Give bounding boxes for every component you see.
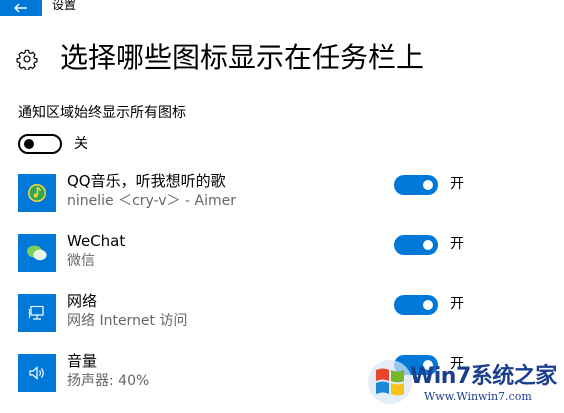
watermark-url: Www.Winwin7.com xyxy=(424,390,532,403)
gear-icon xyxy=(16,49,38,70)
watermark: Win7系统之家 Www.Winwin7.com xyxy=(366,352,564,413)
back-button[interactable] xyxy=(0,0,42,16)
always-show-row: 关 xyxy=(18,134,218,154)
qq-music-toggle[interactable] xyxy=(394,175,438,195)
network-toggle[interactable] xyxy=(394,295,438,315)
item-state-label: 开 xyxy=(450,176,464,192)
item-subtitle: ninelie ＜cry-v＞ - Aimer xyxy=(67,193,236,209)
item-state-label: 开 xyxy=(450,296,464,312)
windows-logo-icon xyxy=(368,360,412,404)
item-subtitle: 扬声器: 40% xyxy=(67,373,150,389)
item-state-label: 开 xyxy=(450,236,464,252)
item-name: 网络 xyxy=(67,292,98,310)
toggle-knob xyxy=(423,300,433,310)
title-bar: 设置 xyxy=(0,0,564,16)
volume-icon xyxy=(18,354,56,392)
wechat-icon xyxy=(18,234,56,272)
qq-music-icon xyxy=(18,174,56,212)
page-title: 选择哪些图标显示在任务栏上 xyxy=(60,41,425,74)
item-name: 音量 xyxy=(67,352,98,370)
list-item-qq-music: QQ音乐，听我想听的歌 ninelie ＜cry-v＞ - Aimer 开 xyxy=(18,172,538,217)
watermark-brand: Win7系统之家 xyxy=(410,364,557,389)
app-title: 设置 xyxy=(52,0,77,12)
item-subtitle: 微信 xyxy=(67,253,95,269)
wechat-toggle[interactable] xyxy=(394,235,438,255)
item-subtitle: 网络 Internet 访问 xyxy=(67,313,188,329)
list-item-wechat: WeChat 微信 开 xyxy=(18,232,538,277)
toggle-knob xyxy=(423,180,433,190)
item-name: QQ音乐，听我想听的歌 xyxy=(67,172,226,190)
item-name: WeChat xyxy=(67,232,126,250)
always-show-label: 通知区域始终显示所有图标 xyxy=(18,105,186,121)
toggle-knob xyxy=(24,139,34,149)
toggle-knob xyxy=(423,240,433,250)
always-show-state-label: 关 xyxy=(74,136,88,152)
back-arrow-icon xyxy=(14,3,27,13)
network-icon xyxy=(18,294,56,332)
always-show-toggle[interactable] xyxy=(18,134,62,154)
list-item-network: 网络 网络 Internet 访问 开 xyxy=(18,292,538,337)
